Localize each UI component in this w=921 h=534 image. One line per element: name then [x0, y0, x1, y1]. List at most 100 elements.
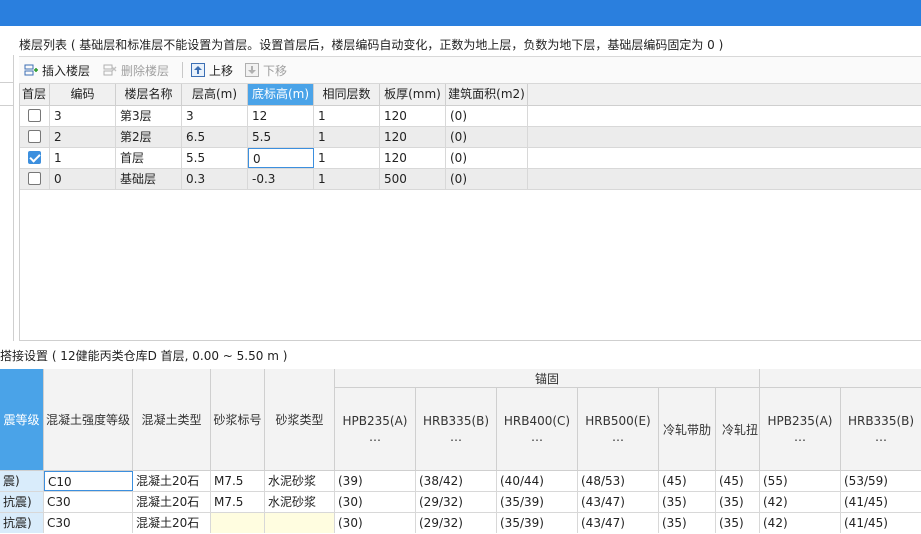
cell-hrb500[interactable]: (48/53)	[578, 471, 659, 491]
cell-lap-hpb235[interactable]: (42)	[760, 513, 841, 533]
cell-thickness[interactable]: 120	[380, 106, 446, 126]
cell-hrb335[interactable]: (38/42)	[416, 471, 497, 491]
move-up-button[interactable]: 上移	[191, 61, 233, 79]
cell-hrb500[interactable]: (43/47)	[578, 492, 659, 512]
cell-name[interactable]: 首层	[116, 148, 182, 168]
cell-mortar-grade[interactable]	[211, 513, 265, 533]
cell-mortar-grade[interactable]: M7.5	[211, 471, 265, 491]
cell-hrb335[interactable]: (29/32)	[416, 513, 497, 533]
cell-cold-rib[interactable]: (35)	[659, 492, 716, 512]
col-cold-rolled-ribbed[interactable]: 冷轧带肋	[659, 388, 716, 471]
col-hrb335[interactable]: HRB335(B)…	[416, 388, 497, 471]
cell-area[interactable]: (0)	[446, 148, 528, 168]
cell-bottom[interactable]: 5.5	[248, 127, 314, 147]
table-row[interactable]: 抗震) C30 混凝土20石 M7.5 水泥砂浆 (30) (29/32) (3…	[0, 492, 921, 513]
col-seismic-grade[interactable]: 震等级	[0, 369, 44, 471]
cell-lap-hrb335[interactable]: (53/59)	[841, 471, 921, 491]
table-row[interactable]: 2 第2层 6.5 5.5 1 120 (0)	[19, 127, 921, 148]
first-floor-checkbox[interactable]	[28, 130, 41, 143]
cell-code[interactable]: 1	[50, 148, 116, 168]
cell-grade[interactable]: 抗震)	[0, 513, 44, 533]
table-row[interactable]: 震) C10 混凝土20石 M7.5 水泥砂浆 (39) (38/42) (40…	[0, 471, 921, 492]
col-lap-hrb335[interactable]: HRB335(B)…	[841, 388, 921, 471]
col-bottom-elevation[interactable]: 底标高(m)	[248, 84, 314, 105]
cell-cold-rib[interactable]: (35)	[659, 513, 716, 533]
table-row[interactable]: 抗震) C30 混凝土20石 (30) (29/32) (35/39) (43/…	[0, 513, 921, 534]
cell-cold-rib[interactable]: (45)	[659, 471, 716, 491]
cell-code[interactable]: 2	[50, 127, 116, 147]
cell-concrete-grade[interactable]: C30	[44, 492, 133, 512]
insert-floor-button[interactable]: 插入楼层	[24, 61, 90, 79]
cell-same[interactable]: 1	[314, 169, 380, 189]
delete-floor-button[interactable]: 删除楼层	[103, 61, 169, 79]
cell-hrb400[interactable]: (35/39)	[497, 492, 578, 512]
col-same-count[interactable]: 相同层数	[314, 84, 380, 105]
cell-height[interactable]: 6.5	[182, 127, 248, 147]
cell-concrete-grade[interactable]: C30	[44, 513, 133, 533]
cell-area[interactable]: (0)	[446, 106, 528, 126]
cell-mortar-type[interactable]	[265, 513, 335, 533]
cell-lap-hpb235[interactable]: (55)	[760, 471, 841, 491]
cell-name[interactable]: 基础层	[116, 169, 182, 189]
cell-hrb400[interactable]: (40/44)	[497, 471, 578, 491]
first-floor-checkbox[interactable]	[28, 172, 41, 185]
cell-height[interactable]: 3	[182, 106, 248, 126]
cell-code[interactable]: 3	[50, 106, 116, 126]
col-hpb235[interactable]: HPB235(A)…	[335, 388, 416, 471]
table-row[interactable]: 0 基础层 0.3 -0.3 1 500 (0)	[19, 169, 921, 190]
col-concrete-type[interactable]: 混凝土类型	[133, 369, 211, 471]
cell-thickness[interactable]: 120	[380, 127, 446, 147]
cell-concrete-grade[interactable]: C10	[44, 471, 133, 491]
cell-thickness[interactable]: 500	[380, 169, 446, 189]
move-down-button[interactable]: 下移	[245, 61, 287, 79]
col-first-floor[interactable]: 首层	[19, 84, 50, 105]
col-mortar-type[interactable]: 砂浆类型	[265, 369, 335, 471]
col-hrb400[interactable]: HRB400(C)…	[497, 388, 578, 471]
col-building-area[interactable]: 建筑面积(m2)	[446, 84, 528, 105]
cell-lap-hpb235[interactable]: (42)	[760, 492, 841, 512]
col-code[interactable]: 编码	[50, 84, 116, 105]
cell-hrb400[interactable]: (35/39)	[497, 513, 578, 533]
col-mortar-grade[interactable]: 砂浆标号	[211, 369, 265, 471]
col-concrete-grade[interactable]: 混凝土强度等级	[44, 369, 133, 471]
col-hrb500[interactable]: HRB500(E)…	[578, 388, 659, 471]
cell-cold-twist[interactable]: (35)	[716, 513, 760, 533]
cell-bottom[interactable]: -0.3	[248, 169, 314, 189]
cell-cold-twist[interactable]: (45)	[716, 471, 760, 491]
cell-area[interactable]: (0)	[446, 169, 528, 189]
cell-height[interactable]: 5.5	[182, 148, 248, 168]
cell-grade[interactable]: 震)	[0, 471, 44, 491]
cell-hpb235[interactable]: (39)	[335, 471, 416, 491]
col-floor-height[interactable]: 层高(m)	[182, 84, 248, 105]
cell-mortar-grade[interactable]: M7.5	[211, 492, 265, 512]
col-cold-rolled-twisted[interactable]: 冷轧扭	[716, 388, 760, 471]
cell-cold-twist[interactable]: (35)	[716, 492, 760, 512]
cell-mortar-type[interactable]: 水泥砂浆	[265, 492, 335, 512]
cell-same[interactable]: 1	[314, 148, 380, 168]
col-lap-hpb235[interactable]: HPB235(A)…	[760, 388, 841, 471]
cell-height[interactable]: 0.3	[182, 169, 248, 189]
cell-same[interactable]: 1	[314, 127, 380, 147]
table-row[interactable]: 1 首层 5.5 0 1 120 (0)	[19, 148, 921, 169]
table-row[interactable]: 3 第3层 3 12 1 120 (0)	[19, 106, 921, 127]
first-floor-checkbox[interactable]	[28, 109, 41, 122]
cell-hpb235[interactable]: (30)	[335, 492, 416, 512]
cell-area[interactable]: (0)	[446, 127, 528, 147]
col-floor-name[interactable]: 楼层名称	[116, 84, 182, 105]
cell-thickness[interactable]: 120	[380, 148, 446, 168]
cell-name[interactable]: 第2层	[116, 127, 182, 147]
cell-hrb335[interactable]: (29/32)	[416, 492, 497, 512]
cell-bottom-editing[interactable]: 0	[248, 148, 314, 168]
cell-concrete-type[interactable]: 混凝土20石	[133, 492, 211, 512]
cell-name[interactable]: 第3层	[116, 106, 182, 126]
cell-concrete-type[interactable]: 混凝土20石	[133, 471, 211, 491]
cell-hpb235[interactable]: (30)	[335, 513, 416, 533]
col-slab-thickness[interactable]: 板厚(mm)	[380, 84, 446, 105]
cell-mortar-type[interactable]: 水泥砂浆	[265, 471, 335, 491]
cell-grade[interactable]: 抗震)	[0, 492, 44, 512]
cell-lap-hrb335[interactable]: (41/45)	[841, 513, 921, 533]
cell-hrb500[interactable]: (43/47)	[578, 513, 659, 533]
first-floor-checkbox[interactable]	[28, 151, 41, 164]
cell-same[interactable]: 1	[314, 106, 380, 126]
cell-bottom[interactable]: 12	[248, 106, 314, 126]
